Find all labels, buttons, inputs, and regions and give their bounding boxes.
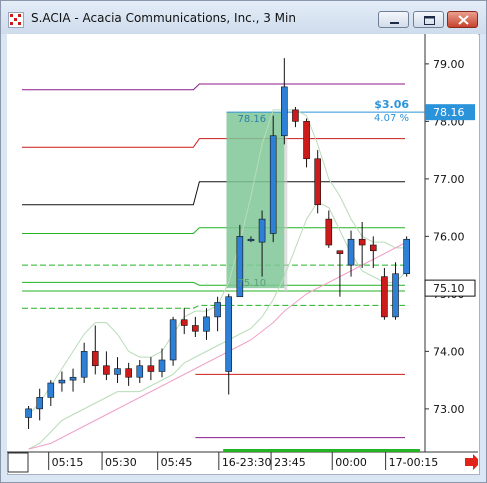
candle-body[interactable] bbox=[169, 319, 177, 361]
measure-high-label: 78.16 bbox=[237, 114, 266, 125]
candle-body[interactable] bbox=[292, 109, 299, 122]
close-icon bbox=[458, 15, 469, 25]
y-tick-label: 77.00 bbox=[433, 173, 465, 186]
restore-icon bbox=[424, 16, 435, 25]
chart-app-icon bbox=[8, 12, 24, 28]
candle-body[interactable] bbox=[381, 276, 388, 318]
change-amount-label: $3.06 bbox=[374, 98, 409, 111]
y-tick-label: 79.00 bbox=[433, 58, 465, 71]
candle-body[interactable] bbox=[58, 379, 66, 384]
current-price-label: 75.10 bbox=[433, 282, 465, 295]
title-bar[interactable]: S.ACIA - Acacia Communications, Inc., 3 … bbox=[1, 1, 486, 34]
candle-body[interactable] bbox=[47, 382, 55, 398]
x-tick-label: 23:45 bbox=[274, 456, 306, 469]
candle-body[interactable] bbox=[281, 86, 288, 137]
y-tick-label: 74.00 bbox=[433, 345, 465, 358]
candle-body[interactable] bbox=[325, 218, 333, 246]
measure-low-label: 75.10 bbox=[237, 278, 266, 289]
candle-body[interactable] bbox=[347, 238, 355, 266]
candle-body[interactable] bbox=[258, 218, 266, 243]
candle-body[interactable] bbox=[69, 376, 77, 381]
candle-body[interactable] bbox=[225, 296, 233, 372]
crosshair-price-label: 78.16 bbox=[433, 106, 465, 119]
candle-body[interactable] bbox=[392, 273, 399, 318]
candle-body[interactable] bbox=[214, 302, 221, 318]
candle-body[interactable] bbox=[91, 351, 99, 367]
x-tick-label: 05:30 bbox=[105, 456, 137, 469]
candle-body[interactable] bbox=[36, 397, 43, 410]
candle-body[interactable] bbox=[25, 408, 32, 418]
candle-body[interactable] bbox=[358, 238, 366, 246]
candle-body[interactable] bbox=[247, 238, 255, 242]
close-button[interactable] bbox=[447, 11, 478, 28]
candle-body[interactable] bbox=[369, 244, 377, 252]
x-tick-label: 05:45 bbox=[161, 456, 193, 469]
candle-body[interactable] bbox=[314, 158, 321, 206]
time-axis-corner-box bbox=[7, 452, 29, 473]
candle-body[interactable] bbox=[103, 365, 110, 375]
candle-body[interactable] bbox=[303, 121, 310, 160]
candle-body[interactable] bbox=[136, 365, 144, 378]
y-tick-label: 76.00 bbox=[433, 230, 465, 243]
candle-body[interactable] bbox=[269, 135, 277, 234]
candle-body[interactable] bbox=[80, 351, 88, 378]
restore-button[interactable] bbox=[413, 11, 444, 28]
candle-body[interactable] bbox=[203, 316, 210, 332]
candle-body[interactable] bbox=[180, 319, 188, 326]
x-tick-label: 00:00 bbox=[335, 456, 367, 469]
candle-body[interactable] bbox=[192, 325, 199, 332]
change-percent-label: 4.07 % bbox=[374, 113, 409, 124]
candle-body[interactable] bbox=[147, 365, 155, 372]
session-bar bbox=[223, 449, 420, 452]
candle-body[interactable] bbox=[336, 250, 344, 254]
minimize-button[interactable] bbox=[378, 11, 409, 28]
candle-body[interactable] bbox=[403, 238, 410, 275]
candle-body[interactable] bbox=[125, 368, 132, 378]
minimize-icon bbox=[390, 22, 399, 24]
price-chart[interactable]: 78.1675.10$3.064.07 % 79.0078.0077.0076.… bbox=[7, 34, 478, 473]
x-tick-label: 16-23:30 bbox=[222, 456, 272, 469]
y-tick-label: 73.00 bbox=[433, 403, 465, 416]
candle-body[interactable] bbox=[158, 359, 166, 372]
x-tick-label: 17-00:15 bbox=[389, 456, 439, 469]
window-title: S.ACIA - Acacia Communications, Inc., 3 … bbox=[31, 11, 296, 25]
candle-body[interactable] bbox=[114, 368, 121, 375]
x-tick-label: 05:15 bbox=[52, 456, 84, 469]
